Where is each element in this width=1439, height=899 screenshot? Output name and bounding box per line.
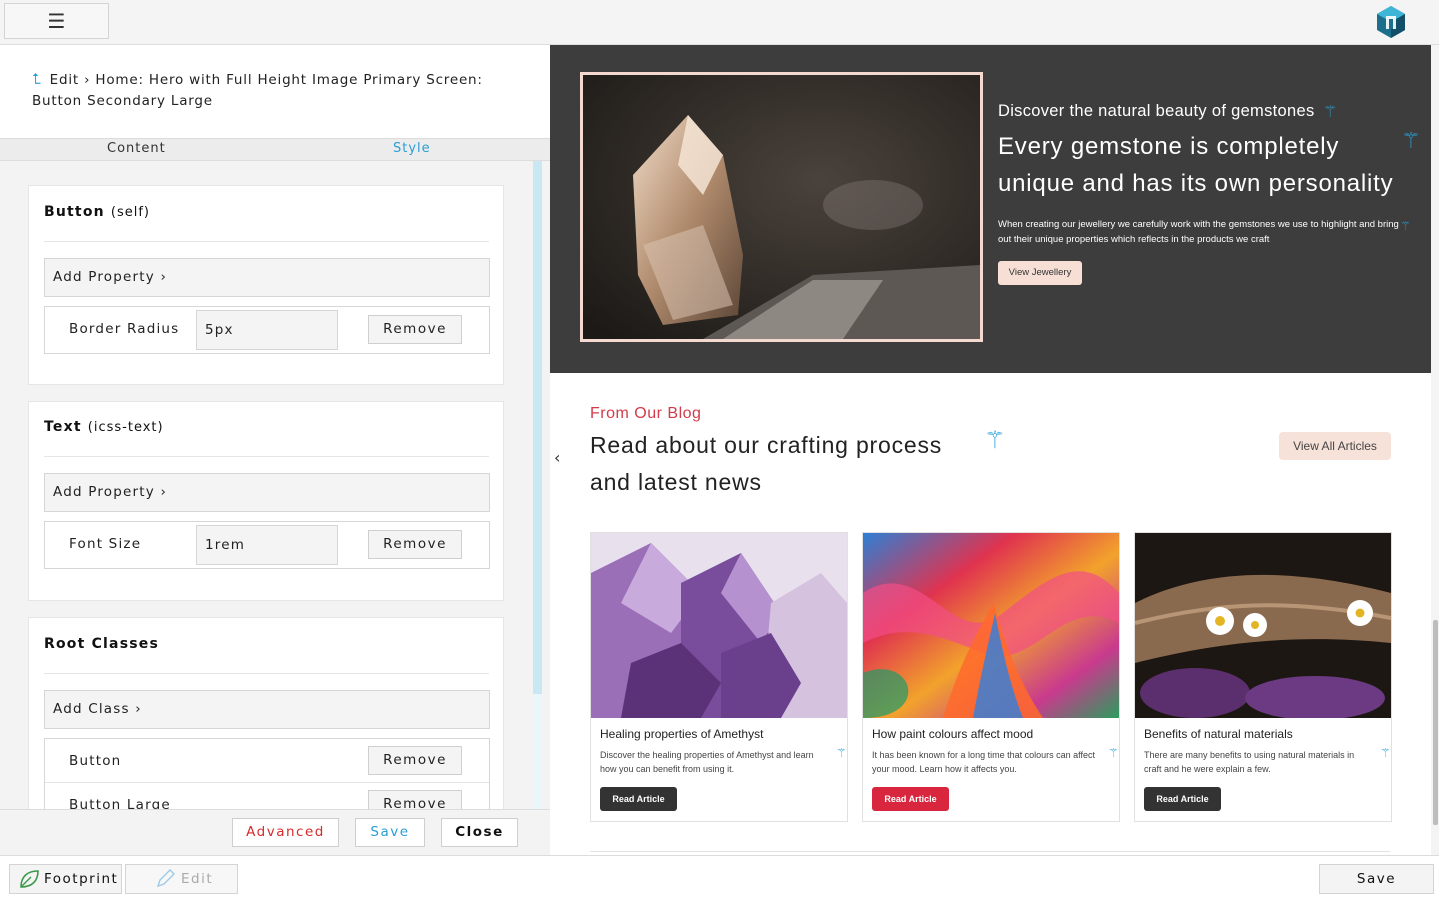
editor-footer: Advanced Save Close — [0, 809, 550, 855]
class-label: Button Large — [69, 797, 171, 809]
font-size-input[interactable]: 1rem — [196, 525, 338, 565]
add-property-button[interactable]: Add Property › — [44, 473, 490, 512]
property-label: Border Radius — [69, 321, 180, 337]
hamburger-menu-button[interactable]: ☰ — [4, 3, 109, 39]
advanced-button[interactable]: Advanced — [232, 818, 339, 847]
hero-crystal-image — [580, 72, 983, 342]
add-property-button[interactable]: Add Property › — [44, 258, 490, 297]
breadcrumb-text: Edit › Home: Hero with Full Height Image… — [32, 72, 483, 109]
style-scroll-area: Button (self) Add Property › Border Radi… — [0, 161, 550, 809]
divider — [44, 241, 489, 242]
magic-wand-icon[interactable]: ⚚ — [1401, 131, 1421, 153]
scrollbar-thumb[interactable] — [533, 161, 542, 694]
divider — [590, 851, 1390, 852]
magic-wand-icon[interactable]: ⚚ — [984, 428, 1006, 452]
paint-colours-image — [863, 533, 1119, 718]
editor-tabs: Content Style — [0, 138, 550, 161]
post-title: Benefits of natural materials — [1144, 727, 1293, 741]
hero-kicker: Discover the natural beauty of gemstones — [998, 102, 1315, 120]
view-jewellery-button[interactable]: View Jewellery — [998, 261, 1082, 285]
brand-logo-icon — [1377, 6, 1405, 38]
close-button[interactable]: Close — [441, 818, 518, 847]
magic-wand-icon[interactable]: ⚚ — [1323, 103, 1337, 121]
section-title: Button (self) — [44, 204, 150, 220]
blog-heading: Read about our crafting process and late… — [590, 432, 943, 495]
divider — [44, 456, 489, 457]
view-all-articles-button[interactable]: View All Articles — [1279, 432, 1391, 460]
property-row: Border Radius 5px Remove — [44, 306, 490, 354]
post-text: There are many benefits to using natural… — [1144, 750, 1355, 774]
hero-text: When creating our jewellery we carefully… — [998, 219, 1399, 245]
breadcrumb: ⮤ Edit › Home: Hero with Full Height Imag… — [32, 69, 522, 112]
post-title: Healing properties of Amethyst — [600, 727, 764, 741]
post-title: How paint colours affect mood — [872, 727, 1034, 741]
class-item: Button Remove — [45, 739, 489, 783]
blog-post-card: How paint colours affect mood It has bee… — [862, 532, 1120, 822]
chevron-left-icon[interactable]: ‹ — [554, 448, 560, 467]
property-label: Font Size — [69, 536, 142, 552]
tab-content[interactable]: Content — [107, 141, 166, 156]
page-preview: Discover the natural beauty of gemstones… — [550, 45, 1439, 855]
blog-post-card: Benefits of natural materials There are … — [1134, 532, 1392, 822]
pencil-icon — [156, 869, 175, 888]
magic-wand-icon[interactable]: ⚚ — [836, 747, 847, 759]
editor-panel: ⮤ Edit › Home: Hero with Full Height Imag… — [0, 45, 550, 855]
remove-button[interactable]: Remove — [368, 790, 462, 809]
divider — [44, 673, 489, 674]
leaf-icon — [20, 870, 39, 888]
top-bar: ☰ — [0, 0, 1439, 45]
button-style-card: Button (self) Add Property › Border Radi… — [28, 185, 504, 385]
magic-wand-icon[interactable]: ⚚ — [1380, 747, 1391, 759]
post-text: It has been known for a long time that c… — [872, 750, 1095, 774]
footprint-button[interactable]: Footprint — [9, 864, 122, 894]
property-row: Font Size 1rem Remove — [44, 521, 490, 569]
save-page-button[interactable]: Save — [1319, 864, 1434, 894]
magic-wand-icon[interactable]: ⚚ — [1108, 747, 1119, 759]
navigate-up-icon[interactable]: ⮤ — [32, 70, 42, 88]
class-list: Button Remove Button Large Remove — [44, 738, 490, 809]
save-button[interactable]: Save — [355, 818, 425, 847]
hero-heading: Every gemstone is completely unique and … — [998, 133, 1394, 197]
post-text: Discover the healing properties of Ameth… — [600, 750, 814, 774]
natural-materials-image — [1135, 533, 1391, 718]
tab-style[interactable]: Style — [393, 141, 431, 156]
read-article-button[interactable]: Read Article — [1144, 787, 1221, 811]
remove-button[interactable]: Remove — [368, 746, 462, 775]
magic-wand-icon[interactable]: ⚚ — [1400, 217, 1411, 235]
remove-button[interactable]: Remove — [368, 315, 462, 344]
class-label: Button — [69, 753, 122, 769]
section-title: Root Classes — [44, 636, 159, 652]
read-article-button[interactable]: Read Article — [600, 787, 677, 811]
blog-kicker: From Our Blog — [590, 405, 702, 422]
text-style-card: Text (icss-text) Add Property › Font Siz… — [28, 401, 504, 601]
root-classes-card: Root Classes Add Class › Button Remove B… — [28, 617, 504, 809]
edit-button[interactable]: Edit — [125, 864, 238, 894]
bottom-bar: Footprint Edit Save — [0, 855, 1439, 899]
border-radius-input[interactable]: 5px — [196, 310, 338, 350]
amethyst-image — [591, 533, 847, 718]
blog-post-card: Healing properties of Amethyst Discover … — [590, 532, 848, 822]
read-article-button[interactable]: Read Article — [872, 787, 949, 811]
class-item: Button Large Remove — [45, 783, 489, 809]
preview-scrollbar-thumb[interactable] — [1433, 620, 1438, 825]
section-title: Text (icss-text) — [44, 419, 164, 435]
add-class-button[interactable]: Add Class › — [44, 690, 490, 729]
hero-section: Discover the natural beauty of gemstones… — [550, 45, 1431, 373]
remove-button[interactable]: Remove — [368, 530, 462, 559]
